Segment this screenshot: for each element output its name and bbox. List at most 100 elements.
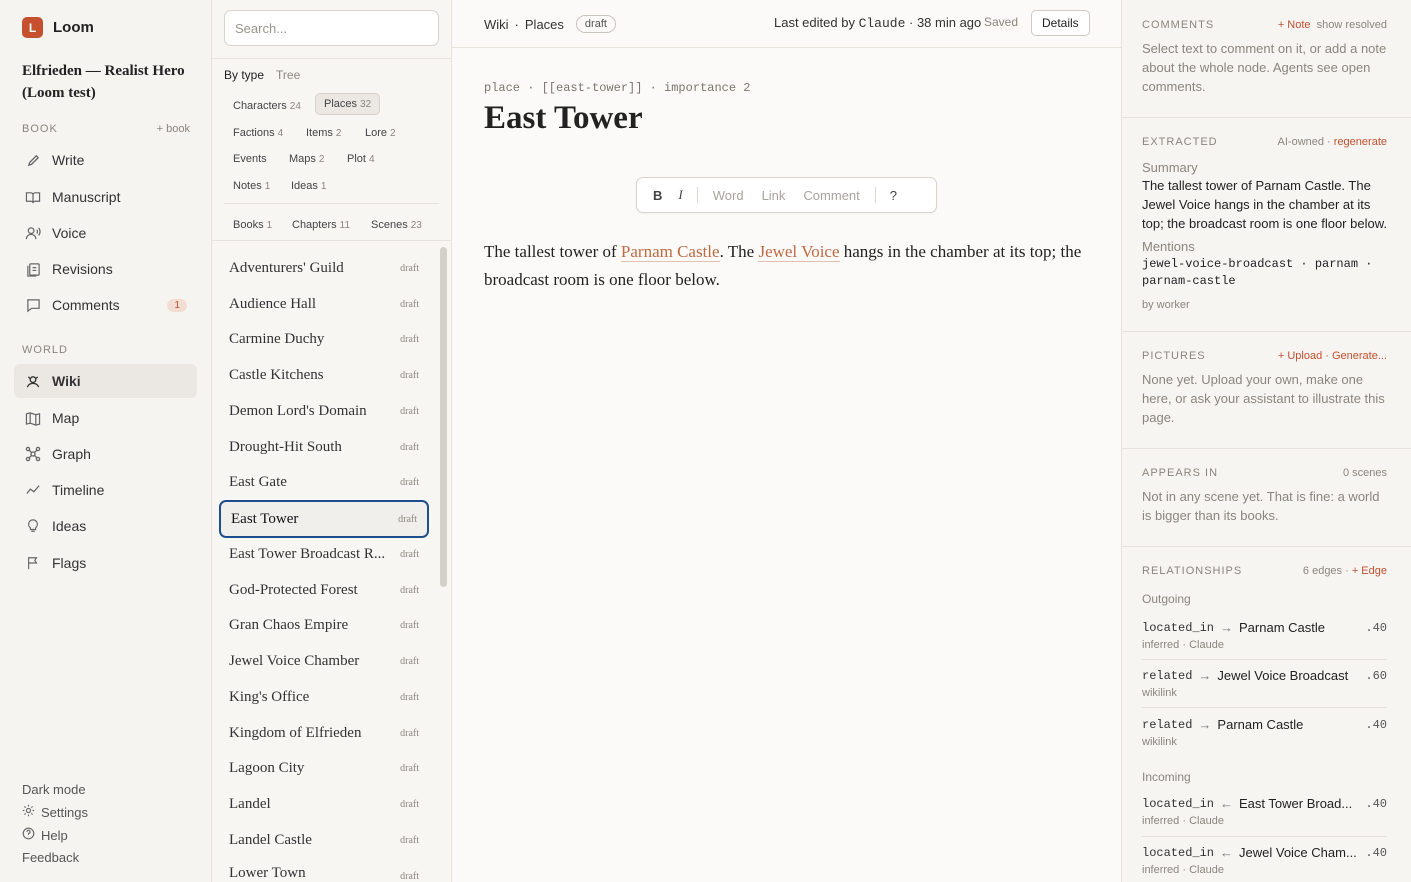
list-item[interactable]: King's Office draft xyxy=(219,678,429,716)
incoming-label: Incoming xyxy=(1142,770,1191,784)
sidebar-item-revisions[interactable]: Revisions xyxy=(14,252,197,286)
list-item[interactable]: Landel draft xyxy=(219,785,429,823)
list-item[interactable]: God-Protected Forest draft xyxy=(219,571,429,609)
edge-source: inferred · Claude xyxy=(1142,815,1224,827)
list-item[interactable]: East Tower Broadcast R... draft xyxy=(219,535,429,573)
view-tree-tab[interactable]: Tree xyxy=(276,68,300,82)
type-chip-maps[interactable]: Maps 2 xyxy=(281,149,332,169)
list-item[interactable]: Audience Hall draft xyxy=(219,285,429,323)
edge-target[interactable]: East Tower Broad... xyxy=(1239,796,1357,811)
word-button[interactable]: Word xyxy=(704,188,753,203)
list-item-selected[interactable]: East Tower draft xyxy=(219,500,429,538)
list-item[interactable]: Carmine Duchy draft xyxy=(219,320,429,358)
relationship-edge[interactable]: related → Jewel Voice Broadcast .60 wikilin… xyxy=(1142,668,1387,699)
breadcrumb-wiki[interactable]: Wiki xyxy=(484,17,509,32)
edge-source: wikilink xyxy=(1142,687,1177,699)
add-book-button[interactable]: + book xyxy=(157,123,190,135)
wikilink-jewel-voice[interactable]: Jewel Voice xyxy=(758,242,840,262)
list-item[interactable]: Landel Castle draft xyxy=(219,821,429,859)
edge-target[interactable]: Jewel Voice Broadcast xyxy=(1217,668,1357,683)
book-chip-scenes[interactable]: Scenes 23 xyxy=(363,215,430,235)
list-item[interactable]: Adventurers' Guild draft xyxy=(219,249,429,287)
list-item[interactable]: Jewel Voice Chamber draft xyxy=(219,642,429,680)
sidebar-item-manuscript[interactable]: Manuscript xyxy=(14,180,197,214)
type-chip-notes[interactable]: Notes 1 xyxy=(225,176,278,196)
comment-button[interactable]: Comment xyxy=(794,188,868,203)
relationship-edge[interactable]: located_in → Parnam Castle .40 inferred · C… xyxy=(1142,620,1387,651)
page-body-text[interactable]: The tallest tower of Parnam Castle. The … xyxy=(484,238,1084,294)
wikilink-parnam-castle[interactable]: Parnam Castle xyxy=(620,242,720,262)
book-chip-books[interactable]: Books 1 xyxy=(225,215,280,235)
upload-generate-button[interactable]: + Upload · Generate... xyxy=(1278,350,1387,362)
dark-mode-toggle[interactable]: Dark mode xyxy=(22,782,86,797)
list-item[interactable]: Demon Lord's Domain draft xyxy=(219,392,429,430)
sidebar-item-graph[interactable]: Graph xyxy=(14,437,197,471)
sidebar-item-ideas[interactable]: Ideas xyxy=(14,509,197,543)
search-input[interactable] xyxy=(224,10,439,46)
chip-label: Lore xyxy=(365,127,388,139)
revisions-icon xyxy=(24,260,42,278)
list-item[interactable]: Lower Town draft xyxy=(219,858,429,882)
chip-count: 2 xyxy=(318,154,325,165)
type-chip-events[interactable]: Events xyxy=(225,149,278,169)
list-item[interactable]: East Gate draft xyxy=(219,463,429,501)
list-item-name: Audience Hall xyxy=(229,295,317,312)
chip-label: Scenes xyxy=(371,219,408,231)
ai-owned-label: AI-owned · xyxy=(1277,136,1334,148)
view-by-type-tab[interactable]: By type xyxy=(224,68,264,82)
add-edge-button[interactable]: + Edge xyxy=(1352,565,1387,577)
breadcrumb-places[interactable]: Places xyxy=(525,17,564,32)
sidebar-item-write[interactable]: Write xyxy=(14,143,197,177)
settings-link[interactable]: Settings xyxy=(22,804,88,820)
wiki-list-column: By type Tree Characters24 Places32 Facti… xyxy=(212,0,452,882)
link-button[interactable]: Link xyxy=(753,188,795,203)
sidebar-item-timeline[interactable]: Timeline xyxy=(14,473,197,507)
type-chip-ideas[interactable]: Ideas 1 xyxy=(283,176,334,196)
show-resolved-button[interactable]: show resolved xyxy=(1317,19,1387,31)
type-chip-factions[interactable]: Factions 4 xyxy=(225,123,291,143)
list-item-name: Jewel Voice Chamber xyxy=(229,652,360,669)
page-title[interactable]: East Tower xyxy=(484,100,643,137)
feedback-link[interactable]: Feedback xyxy=(22,850,79,865)
type-chip-plot[interactable]: Plot 4 xyxy=(339,149,383,169)
edge-target[interactable]: Parnam Castle xyxy=(1217,717,1357,732)
list-item-status: draft xyxy=(400,441,419,453)
list-item[interactable]: Gran Chaos Empire draft xyxy=(219,606,429,644)
relationship-edge[interactable]: located_in ← Jewel Voice Cham... .40 inferr… xyxy=(1142,845,1387,876)
regenerate-button[interactable]: regenerate xyxy=(1334,136,1387,148)
type-chip-places[interactable]: Places 32 xyxy=(315,93,381,115)
comments-heading: COMMENTS xyxy=(1142,19,1215,31)
list-scrollbar[interactable] xyxy=(440,247,447,587)
type-chip-items[interactable]: Items 2 xyxy=(298,123,349,143)
italic-button[interactable]: I xyxy=(670,187,690,203)
bold-button[interactable]: B xyxy=(645,188,670,203)
sidebar-item-wiki[interactable]: Wiki xyxy=(14,364,197,398)
sidebar-item-comments[interactable]: Comments 1 xyxy=(14,288,197,322)
list-item[interactable]: Castle Kitchens draft xyxy=(219,356,429,394)
sidebar-item-map[interactable]: Map xyxy=(14,401,197,435)
comment-icon xyxy=(24,296,42,314)
chip-label: Characters xyxy=(233,100,287,112)
list-item[interactable]: Kingdom of Elfrieden draft xyxy=(219,714,429,752)
relationship-edge[interactable]: located_in ← East Tower Broad... .40 inferr… xyxy=(1142,796,1387,827)
type-chip-lore[interactable]: Lore 2 xyxy=(357,123,404,143)
add-note-button[interactable]: + Note xyxy=(1278,19,1311,31)
details-button[interactable]: Details xyxy=(1031,10,1090,36)
brand[interactable]: L Loom xyxy=(22,17,94,38)
help-button[interactable]: ? xyxy=(882,188,905,203)
status-badge[interactable]: draft xyxy=(575,15,616,33)
last-edited-info: Last edited by Claude · 38 min ago xyxy=(774,15,981,31)
list-item[interactable]: Drought-Hit South draft xyxy=(219,428,429,466)
sidebar-item-voice[interactable]: Voice xyxy=(14,216,197,250)
edge-target[interactable]: Parnam Castle xyxy=(1239,620,1357,635)
arrow-right-icon: → xyxy=(1198,668,1212,683)
summary-label: Summary xyxy=(1142,160,1198,175)
book-chip-chapters[interactable]: Chapters 11 xyxy=(284,215,358,235)
list-item[interactable]: Lagoon City draft xyxy=(219,749,429,787)
relationship-edge[interactable]: related → Parnam Castle .40 wikilink xyxy=(1142,717,1387,748)
help-link[interactable]: Help xyxy=(22,827,68,843)
list-item-status: draft xyxy=(400,798,419,810)
edge-target[interactable]: Jewel Voice Cham... xyxy=(1239,845,1357,860)
type-chip-characters[interactable]: Characters 24 xyxy=(225,96,309,116)
sidebar-item-flags[interactable]: Flags xyxy=(14,546,197,580)
